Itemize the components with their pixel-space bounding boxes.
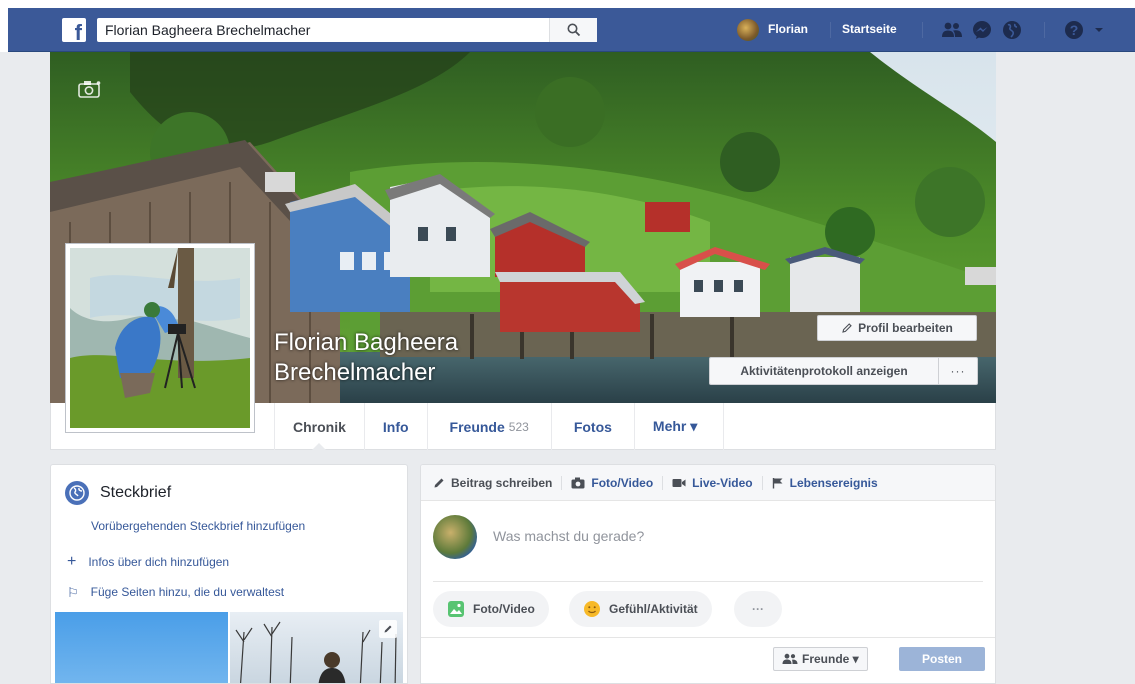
flag-icon: ⚐	[67, 585, 79, 600]
intro-card: Steckbrief Vorübergehenden Steckbrief hi…	[50, 464, 408, 684]
edit-pencil-icon[interactable]	[379, 620, 397, 638]
messenger-icon[interactable]	[971, 19, 993, 41]
tab-friends[interactable]: Freunde 523	[428, 403, 552, 450]
nav-divider	[922, 22, 923, 38]
tab-life-event[interactable]: Lebensereignis	[772, 476, 878, 490]
activity-log-button[interactable]: Aktivitätenprotokoll anzeigen	[709, 357, 939, 385]
add-temporary-bio-link[interactable]: Vorübergehenden Steckbrief hinzufügen	[91, 519, 305, 533]
photo-video-button[interactable]: Foto/Video	[433, 591, 549, 627]
tab-label: Info	[382, 418, 409, 435]
tab-photo-video[interactable]: Foto/Video	[571, 476, 653, 490]
post-composer: Beitrag schreiben Foto/Video Live-Video …	[420, 464, 996, 684]
globe-icon	[65, 481, 89, 505]
account-menu-chevron-down-icon[interactable]	[1088, 19, 1110, 41]
update-cover-camera-icon[interactable]	[78, 80, 102, 103]
photo-video-label: Foto/Video	[473, 602, 535, 616]
edit-profile-button[interactable]: Profil bearbeiten	[817, 315, 977, 341]
plus-icon: +	[67, 553, 77, 570]
status-input[interactable]: Was machst du gerade?	[493, 528, 644, 544]
tab-live-video[interactable]: Live-Video	[672, 475, 753, 490]
friends-icon	[782, 653, 798, 664]
tab-divider	[561, 475, 563, 490]
search-box	[97, 18, 597, 42]
profile-name: Florian Bagheera Brechelmacher	[274, 328, 458, 388]
nav-profile-link[interactable]: Florian	[768, 22, 808, 36]
friends-count: 523	[508, 419, 529, 434]
feeling-activity-button[interactable]: Gefühl/Aktivität	[569, 591, 712, 627]
profile-name-line: Brechelmacher	[274, 359, 436, 386]
profile-tabs: Chronik Info Freunde 523 Fotos Mehr ▾	[274, 403, 725, 451]
notifications-globe-icon[interactable]	[1001, 19, 1023, 41]
help-question-icon[interactable]: ?	[1063, 19, 1085, 41]
search-button[interactable]	[549, 18, 597, 42]
top-bar: f Florian Startseite ?	[0, 0, 1135, 52]
add-pages-label: Füge Seiten hinzu, die du verwaltest	[90, 585, 285, 599]
tab-more[interactable]: Mehr ▾	[635, 403, 725, 450]
photo-icon	[448, 601, 464, 617]
add-info-link[interactable]: + Infos über dich hinzufügen	[67, 553, 230, 570]
edit-profile-label: Profil bearbeiten	[858, 321, 953, 335]
tab-photo-video-label: Foto/Video	[591, 475, 654, 490]
tab-write-post[interactable]: Beitrag schreiben	[433, 476, 552, 490]
svg-text:?: ?	[1070, 22, 1079, 38]
search-input[interactable]	[97, 18, 537, 42]
tab-label: Chronik	[293, 418, 346, 435]
profile-picture[interactable]	[65, 243, 255, 433]
search-icon	[567, 23, 580, 37]
tab-label: Mehr ▾	[652, 418, 698, 434]
friend-requests-icon[interactable]	[941, 19, 963, 41]
tab-write-post-label: Beitrag schreiben	[451, 475, 553, 490]
tab-label: Fotos	[573, 418, 612, 435]
featured-photos	[55, 612, 405, 683]
featured-photo[interactable]	[230, 612, 403, 683]
tab-photos[interactable]: Fotos	[552, 403, 635, 450]
intro-header: Steckbrief	[65, 481, 171, 505]
blue-nav-bar: f Florian Startseite ?	[8, 8, 1135, 52]
tab-label: Freunde	[449, 418, 505, 435]
flag-icon	[772, 477, 783, 488]
featured-photo[interactable]	[55, 612, 228, 683]
post-button[interactable]: Posten	[899, 647, 985, 671]
nav-home-link[interactable]: Startseite	[842, 22, 897, 36]
facebook-logo-icon[interactable]: f	[62, 18, 86, 42]
audience-selector[interactable]: Freunde ▾	[773, 647, 868, 671]
tab-divider	[761, 475, 763, 490]
add-info-label: Infos über dich hinzufügen	[88, 555, 230, 569]
profile-name-line: Florian Bagheera	[274, 329, 459, 356]
audience-label: Freunde ▾	[802, 652, 859, 666]
camera-icon	[571, 477, 585, 488]
composer-divider	[433, 581, 983, 582]
pencil-icon	[842, 323, 852, 333]
tab-life-event-label: Lebensereignis	[789, 475, 878, 490]
smiley-icon	[584, 601, 600, 617]
nav-divider	[830, 22, 831, 38]
tab-info[interactable]: Info	[365, 403, 428, 450]
pencil-icon	[434, 478, 444, 487]
tab-chronik[interactable]: Chronik	[274, 403, 365, 451]
tab-live-video-label: Live-Video	[692, 475, 753, 490]
composer-avatar	[433, 515, 477, 559]
more-options-button[interactable]: ···	[734, 591, 782, 627]
nav-avatar[interactable]	[737, 19, 759, 41]
nav-divider	[1044, 22, 1045, 38]
tab-divider	[662, 475, 664, 490]
video-camera-icon	[672, 478, 686, 487]
more-options-button[interactable]: ···	[939, 357, 978, 385]
feeling-activity-label: Gefühl/Aktivität	[609, 602, 698, 616]
add-pages-link[interactable]: ⚐ Füge Seiten hinzu, die du verwaltest	[67, 585, 284, 601]
intro-title: Steckbrief	[100, 484, 172, 501]
composer-tabs: Beitrag schreiben Foto/Video Live-Video …	[421, 465, 995, 501]
